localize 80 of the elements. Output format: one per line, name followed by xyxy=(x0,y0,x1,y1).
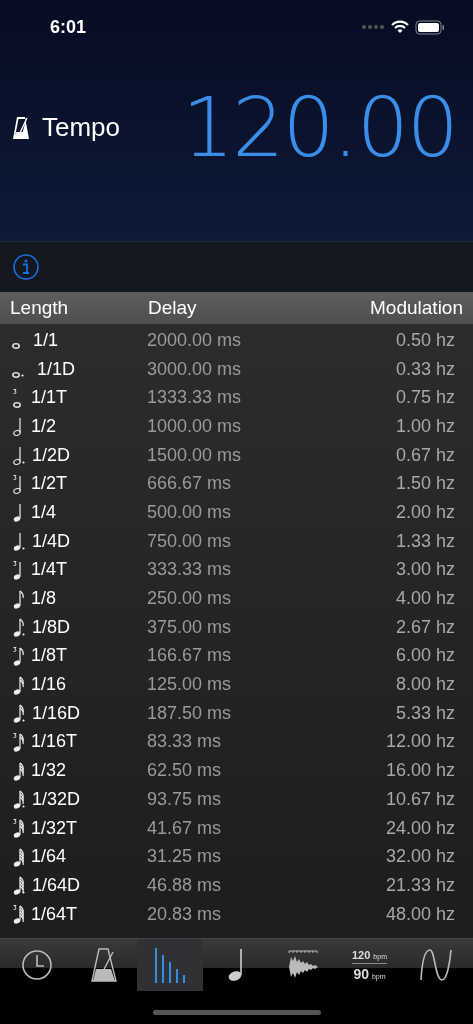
battery-icon xyxy=(415,19,445,35)
length-cell: 1/2T xyxy=(31,473,68,495)
modulation-cell: 10.67 hz xyxy=(385,788,455,810)
info-icon[interactable] xyxy=(12,253,40,281)
delay-cell-text: 2000.00 ms xyxy=(147,329,243,351)
delay-cell-text: 1000.00 ms xyxy=(147,415,243,437)
sine-wave-icon xyxy=(419,948,453,982)
modulation-cell: 4.00 hz xyxy=(395,588,455,610)
modulation-cell: 1.33 hz xyxy=(395,530,455,552)
length-cell: 1/64D xyxy=(32,874,81,896)
tempo-text: 90 xyxy=(353,965,369,982)
length-cell: 1/8T xyxy=(31,645,68,667)
wifi-icon xyxy=(391,20,409,34)
length-cell: 1/32D xyxy=(32,788,81,810)
modulation-cell: 8.00 hz xyxy=(395,674,455,696)
tempo-value[interactable]: 120.00 xyxy=(182,80,457,175)
modulation-cell: 2.00 hz xyxy=(395,501,455,523)
length-cell: 1/4T xyxy=(31,559,68,581)
length-cell: 1/16 xyxy=(31,674,67,696)
delay-cell-text: 666.67 ms xyxy=(147,473,233,495)
delay-cell-text: 375.00 ms xyxy=(147,616,233,638)
modulation-cell: 12.00 hz xyxy=(385,731,455,753)
length-cell: 1/32T xyxy=(31,817,78,839)
length-cell: 1/1D xyxy=(37,358,76,380)
delay-cell-text: 93.75 ms xyxy=(147,788,223,810)
bars-icon xyxy=(153,947,187,983)
column-header: Delay xyxy=(148,297,198,319)
modulation-cell: 24.00 hz xyxy=(385,817,455,839)
column-header: Modulation xyxy=(370,297,463,319)
length-cell: 1/2D xyxy=(32,444,71,466)
modulation-cell: 6.00 hz xyxy=(395,645,455,667)
delay-cell-text: 1500.00 ms xyxy=(147,444,243,466)
delay-cell-text: 20.83 ms xyxy=(147,903,223,925)
delay-cell-text: 31.25 ms xyxy=(147,846,223,868)
length-cell: 1/64 xyxy=(31,846,67,868)
delay-cell-text: 125.00 ms xyxy=(147,674,233,696)
length-cell: 1/8D xyxy=(32,616,71,638)
modulation-cell: 2.67 hz xyxy=(395,616,455,638)
delay-cell-text: 46.88 ms xyxy=(147,874,223,896)
delay-cell-text: 187.50 ms xyxy=(147,702,233,724)
modulation-cell: 5.33 hz xyxy=(395,702,455,724)
delay-cell-text: 500.00 ms xyxy=(147,501,233,523)
delay-cell-text: 333.33 ms xyxy=(147,559,233,581)
length-cell: 1/16T xyxy=(31,731,78,753)
delay-cell-text: 750.00 ms xyxy=(147,530,233,552)
length-cell: 1/1 xyxy=(33,329,59,351)
length-cell: 1/32 xyxy=(31,760,67,782)
delay-cell-text: 62.50 ms xyxy=(147,760,223,782)
length-cell: 1/2 xyxy=(31,415,57,437)
clock-icon xyxy=(21,949,53,981)
delay-cell-text: 250.00 ms xyxy=(147,588,233,610)
modulation-cell: 21.33 hz xyxy=(385,874,455,896)
modulation-cell: 32.00 hz xyxy=(385,846,455,868)
metronome-icon xyxy=(12,115,30,140)
modulation-cell: 0.67 hz xyxy=(395,444,455,466)
modulation-cell: 0.75 hz xyxy=(395,387,455,409)
delay-cell-text: 166.67 ms xyxy=(147,645,233,667)
tempo-label: Tempo xyxy=(42,112,121,143)
metronome-icon xyxy=(90,948,117,982)
length-cell: 1/16D xyxy=(32,702,81,724)
modulation-cell: 0.50 hz xyxy=(395,329,455,351)
delay-cell-text: 83.33 ms xyxy=(147,731,223,753)
tempo-text: 120 xyxy=(352,948,371,961)
length-cell: 1/1T xyxy=(31,387,68,409)
delay-cell-text: 3000.00 ms xyxy=(147,358,243,380)
column-header: Length xyxy=(10,297,70,319)
status-time: 6:01 xyxy=(50,16,87,38)
signal-icon xyxy=(361,24,385,30)
length-cell: 1/4D xyxy=(32,530,71,552)
delay-cell-text: 41.67 ms xyxy=(147,817,223,839)
modulation-cell: 1.00 hz xyxy=(395,415,455,437)
modulation-cell: 1.50 hz xyxy=(395,473,455,495)
delay-cell-text: 1333.33 ms xyxy=(147,387,243,409)
length-cell: 1/64T xyxy=(31,903,78,925)
modulation-cell: 16.00 hz xyxy=(385,760,455,782)
modulation-cell: 3.00 hz xyxy=(395,559,455,581)
modulation-cell: 0.33 hz xyxy=(395,358,455,380)
length-cell: 1/8 xyxy=(31,588,57,610)
length-cell: 1/4 xyxy=(31,501,57,523)
modulation-cell: 48.00 hz xyxy=(385,903,455,925)
